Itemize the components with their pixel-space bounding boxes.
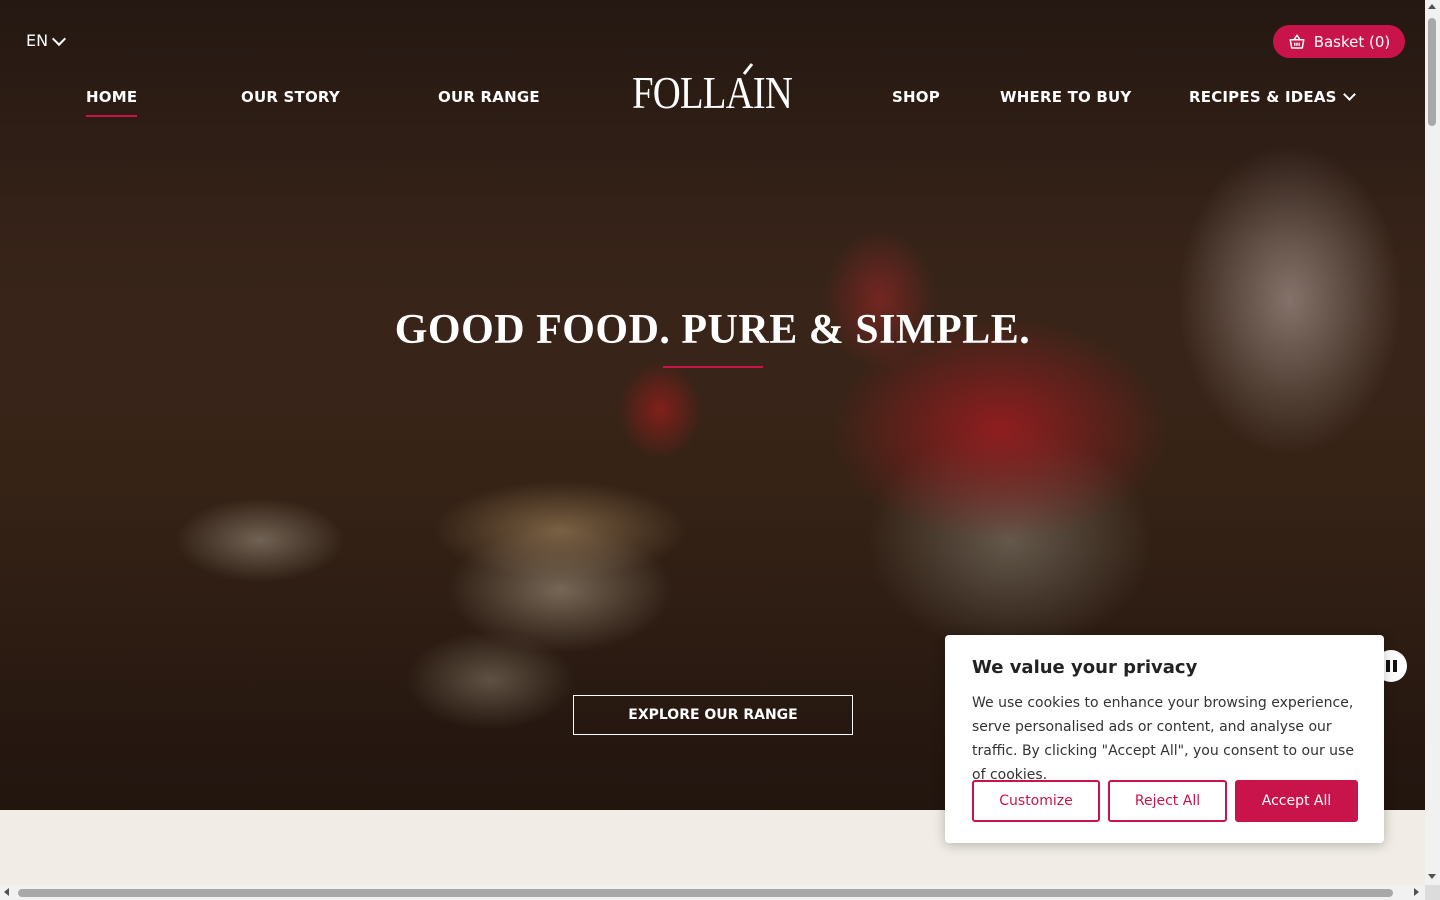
cookie-consent-banner: We value your privacy We use cookies to … xyxy=(945,635,1384,843)
headline-divider xyxy=(663,366,763,368)
chevron-down-icon xyxy=(52,31,67,46)
cookie-title: We value your privacy xyxy=(972,657,1198,678)
scroll-right-arrow-icon[interactable] xyxy=(1414,888,1419,896)
cookie-body: We use cookies to enhance your browsing … xyxy=(972,695,1354,783)
pause-icon-bar xyxy=(1392,660,1397,672)
language-label: EN xyxy=(26,31,49,50)
nav-shop-label: SHOP xyxy=(892,88,940,106)
nav-home[interactable]: HOME xyxy=(86,88,138,117)
nav-where-to-buy-label: WHERE TO BUY xyxy=(1000,88,1132,106)
chevron-down-icon xyxy=(1342,88,1356,101)
nav-recipes-ideas-label: RECIPES & IDEAS xyxy=(1189,88,1337,106)
scrollbar-corner xyxy=(1425,885,1440,900)
basket-label: Basket (0) xyxy=(1313,32,1391,51)
nav-where-to-buy[interactable]: WHERE TO BUY xyxy=(1000,88,1131,106)
scroll-left-arrow-icon[interactable] xyxy=(4,888,9,896)
horizontal-scrollbar[interactable] xyxy=(0,885,1425,900)
basket-button[interactable]: Basket (0) xyxy=(1273,25,1405,58)
language-selector[interactable]: EN xyxy=(26,31,67,50)
nav-our-range[interactable]: OUR RANGE xyxy=(438,88,540,106)
follain-logo[interactable]: FOLLAIN xyxy=(632,62,794,118)
customize-button[interactable]: Customize xyxy=(972,780,1100,822)
vertical-scrollbar-thumb[interactable] xyxy=(1428,18,1436,126)
explore-range-button[interactable]: EXPLORE OUR RANGE xyxy=(573,695,853,735)
nav-our-range-label: OUR RANGE xyxy=(438,88,540,106)
nav-our-story-label: OUR STORY xyxy=(241,88,340,106)
basket-icon xyxy=(1289,34,1305,49)
vertical-scrollbar[interactable] xyxy=(1425,0,1440,885)
horizontal-scrollbar-thumb[interactable] xyxy=(18,889,1393,897)
page: EN Basket (0) HOME OUR STORY OUR RANGE F… xyxy=(0,0,1425,885)
hero-headline: GOOD FOOD. PURE & SIMPLE. xyxy=(394,307,1031,353)
logo-wordmark: FOLLAIN xyxy=(632,63,794,118)
scroll-up-arrow-icon[interactable] xyxy=(1428,4,1436,9)
nav-home-label: HOME xyxy=(86,88,138,106)
pause-icon xyxy=(1385,660,1390,672)
scroll-down-arrow-icon[interactable] xyxy=(1428,874,1436,879)
nav-shop[interactable]: SHOP xyxy=(892,88,940,106)
svg-text:FOLLAIN: FOLLAIN xyxy=(632,67,793,114)
nav-our-story[interactable]: OUR STORY xyxy=(241,88,340,106)
nav-recipes-ideas[interactable]: RECIPES & IDEAS xyxy=(1189,88,1356,106)
reject-all-button[interactable]: Reject All xyxy=(1108,780,1227,822)
accept-all-button[interactable]: Accept All xyxy=(1235,780,1358,822)
